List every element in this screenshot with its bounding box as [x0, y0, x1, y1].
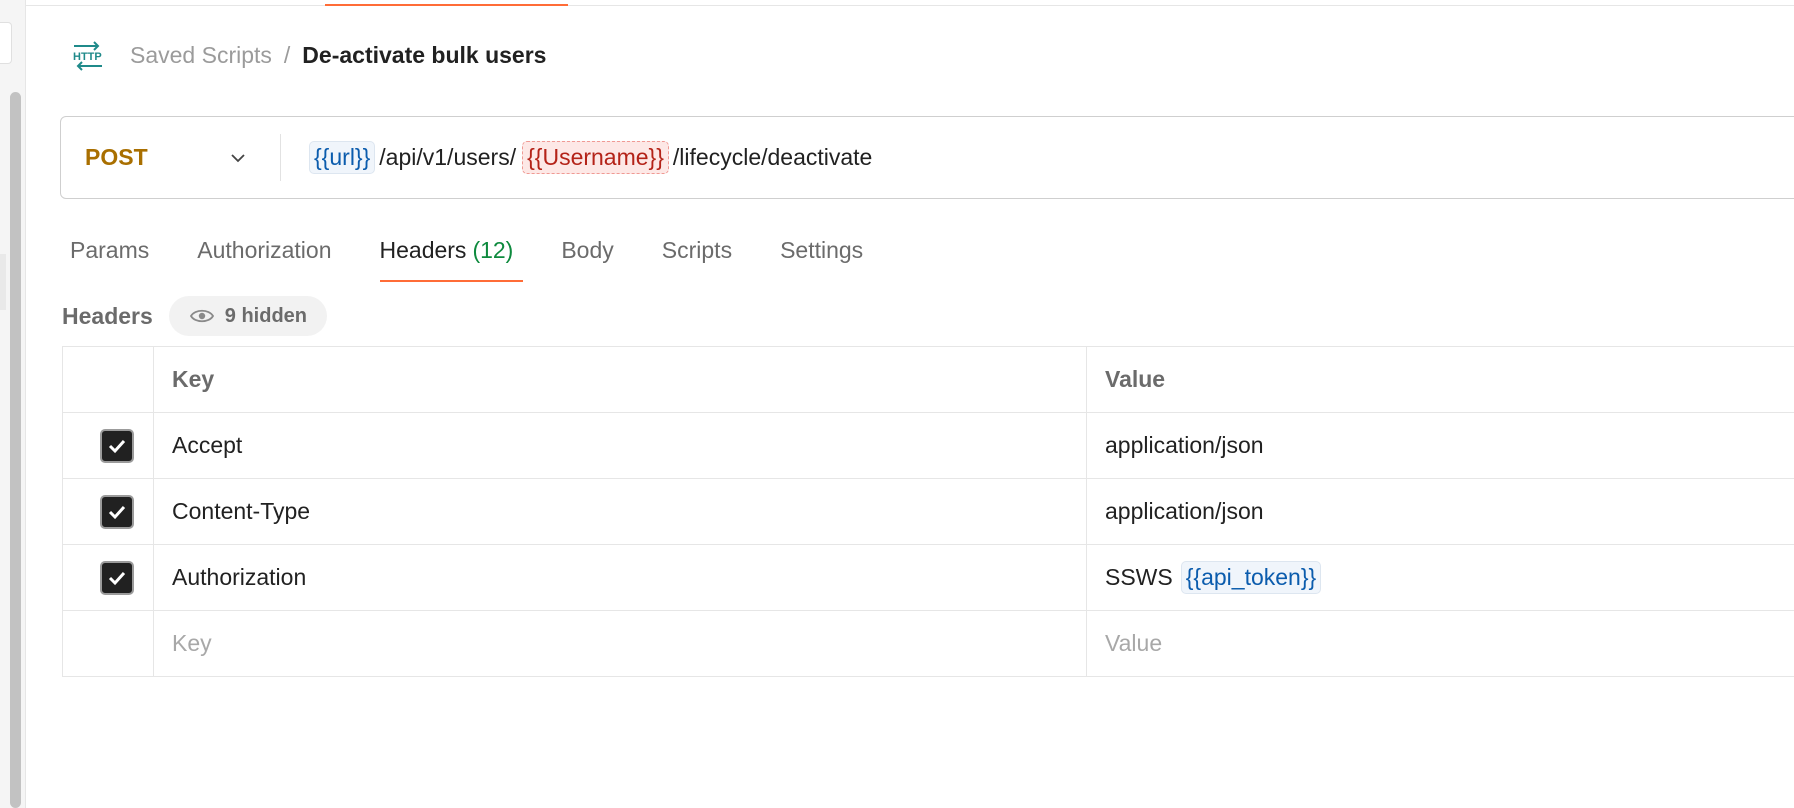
column-header-key: Key: [154, 347, 1087, 412]
tab-label: Body: [561, 237, 614, 263]
tab-body[interactable]: Body: [561, 232, 613, 282]
top-divider: [26, 5, 1794, 6]
chevron-down-icon: [231, 153, 245, 162]
http-icon: HTTP: [73, 41, 102, 71]
tab-authorization[interactable]: Authorization: [197, 232, 331, 282]
url-input[interactable]: {{url}} /api/v1/users/ {{Username}} /lif…: [281, 141, 874, 174]
row-checkbox[interactable]: [100, 560, 134, 595]
tab-label: Scripts: [661, 237, 733, 263]
table-row: Content-Type application/json: [63, 479, 1794, 545]
tab-label: Headers: [379, 237, 467, 263]
url-variable[interactable]: {{url}}: [309, 141, 376, 174]
headers-toolbar: Headers 9 hidden: [62, 296, 328, 336]
sidebar-edge: [0, 254, 6, 310]
left-gutter: [0, 0, 26, 808]
request-title[interactable]: De-activate bulk users: [302, 42, 546, 69]
tab-label: Settings: [780, 237, 864, 263]
table-row: Authorization SSWS {{api_token}}: [63, 545, 1794, 611]
tab-count: (12): [472, 237, 514, 263]
vertical-scrollbar[interactable]: [10, 92, 21, 808]
row-checkbox[interactable]: [100, 428, 134, 463]
checkmark-icon: [108, 571, 126, 585]
new-key-input[interactable]: Key: [154, 611, 1087, 676]
method-label: POST: [85, 144, 148, 170]
checkmark-icon: [108, 439, 126, 453]
header-value-cell[interactable]: application/json: [1087, 413, 1794, 478]
new-value-input[interactable]: Value: [1087, 611, 1794, 676]
unresolved-variable[interactable]: {{Username}}: [522, 141, 669, 174]
svg-text:HTTP: HTTP: [73, 51, 102, 63]
check-cell: [63, 479, 154, 544]
hidden-headers-toggle[interactable]: 9 hidden: [168, 296, 328, 336]
header-key-cell[interactable]: Content-Type: [154, 479, 1087, 544]
eye-icon: [189, 309, 214, 323]
sidebar-collapse-handle[interactable]: [0, 22, 12, 64]
headers-table: Key Value Accept application/json Conten…: [62, 346, 1794, 677]
header-value-cell[interactable]: SSWS {{api_token}}: [1087, 545, 1794, 610]
value-variable[interactable]: {{api_token}}: [1180, 561, 1322, 594]
url-path-segment: /api/v1/users/: [379, 144, 517, 170]
request-url-bar: POST {{url}} /api/v1/users/ {{Username}}…: [60, 116, 1794, 199]
tab-params[interactable]: Params: [70, 232, 149, 282]
header-key-cell[interactable]: Accept: [154, 413, 1087, 478]
active-request-tab-indicator: [325, 4, 568, 6]
header-key-cell[interactable]: Authorization: [154, 545, 1087, 610]
breadcrumb: HTTP Saved Scripts / De-activate bulk us…: [70, 38, 546, 72]
breadcrumb-separator: /: [283, 41, 291, 68]
table-header-row: Key Value: [63, 347, 1794, 413]
breadcrumb-parent[interactable]: Saved Scripts: [130, 42, 272, 69]
check-cell: [63, 545, 154, 610]
check-cell: [63, 413, 154, 478]
url-path-segment: /lifecycle/deactivate: [672, 144, 873, 170]
row-checkbox[interactable]: [100, 494, 134, 529]
column-header-value: Value: [1087, 347, 1794, 412]
checkmark-icon: [108, 505, 126, 519]
check-cell: [63, 611, 154, 676]
header-check-column: [63, 347, 154, 412]
tab-label: Params: [70, 237, 150, 263]
hidden-count: 9 hidden: [224, 304, 308, 327]
tab-headers[interactable]: Headers (12): [379, 232, 524, 282]
tab-label: Authorization: [197, 237, 332, 263]
tab-settings[interactable]: Settings: [780, 232, 863, 282]
section-title: Headers: [62, 302, 153, 329]
method-select[interactable]: POST: [61, 134, 281, 181]
request-tabs: Params Authorization Headers (12) Body Sc…: [70, 232, 911, 282]
value-text: SSWS: [1105, 564, 1173, 590]
tab-scripts[interactable]: Scripts: [662, 232, 732, 282]
table-row-new: Key Value: [63, 611, 1794, 677]
header-value-cell[interactable]: application/json: [1087, 479, 1794, 544]
table-row: Accept application/json: [63, 413, 1794, 479]
